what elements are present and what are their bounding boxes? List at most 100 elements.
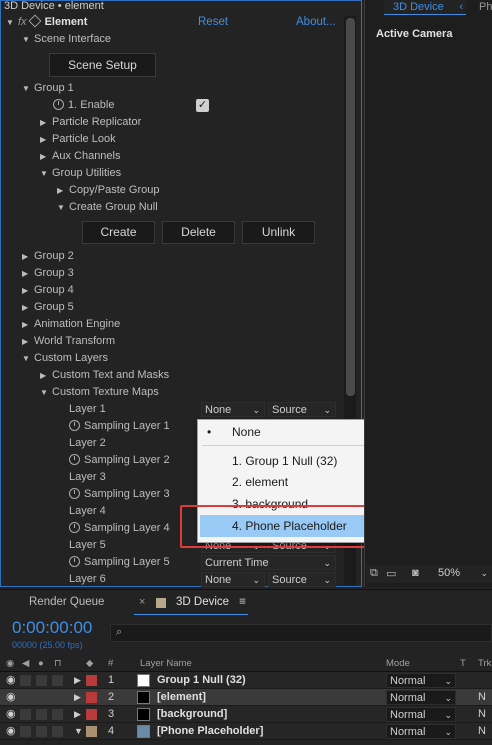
- collapsed-triangle-icon[interactable]: ▶: [22, 248, 34, 265]
- visibility-eye-icon[interactable]: ◉: [6, 706, 16, 723]
- layer6-source-select[interactable]: Source ⌄: [268, 572, 336, 587]
- scene-setup-button[interactable]: Scene Setup: [49, 53, 156, 77]
- audio-toggle[interactable]: [20, 675, 31, 686]
- layer1-source-select[interactable]: Source ⌄: [268, 402, 336, 417]
- solo-toggle[interactable]: [36, 692, 47, 703]
- visibility-eye-icon[interactable]: ◉: [6, 723, 16, 740]
- tree-group3[interactable]: ▶ Group 3: [22, 265, 74, 282]
- stopwatch-icon[interactable]: [69, 488, 80, 499]
- second-tab[interactable]: Ph: [479, 0, 492, 14]
- label-color-swatch[interactable]: [86, 675, 97, 686]
- timecode[interactable]: 0:00:00:00: [12, 618, 92, 638]
- expand-triangle-icon[interactable]: ▶: [74, 672, 81, 689]
- layer-name[interactable]: [background]: [157, 706, 227, 723]
- expand-triangle-icon[interactable]: ▼: [40, 165, 52, 182]
- create-button[interactable]: Create: [82, 221, 155, 244]
- collapsed-triangle-icon[interactable]: ▶: [22, 333, 34, 350]
- label-icon[interactable]: ◆: [86, 655, 93, 672]
- tree-aux-channels[interactable]: ▶ Aux Channels: [40, 148, 121, 165]
- collapsed-triangle-icon[interactable]: ▶: [57, 182, 69, 199]
- tree-particle-replicator[interactable]: ▶ Particle Replicator: [40, 114, 141, 131]
- audio-toggle[interactable]: [20, 692, 31, 703]
- about-link[interactable]: About...: [296, 14, 336, 31]
- menu-icon[interactable]: ≡: [239, 596, 246, 608]
- tab-render-queue[interactable]: Render Queue: [29, 596, 104, 608]
- tree-world-transform[interactable]: ▶ World Transform: [22, 333, 115, 350]
- stopwatch-icon[interactable]: [69, 522, 80, 533]
- expand-triangle-icon[interactable]: ▼: [6, 14, 18, 31]
- layer-row[interactable]: ◉ ▶ 3 [background] Normal ⌄ N: [0, 706, 492, 723]
- solo-toggle[interactable]: [36, 675, 47, 686]
- stopwatch-icon[interactable]: [53, 99, 64, 110]
- monitor-icon[interactable]: ▭: [386, 567, 396, 580]
- tree-copy-paste-group[interactable]: ▶ Copy/Paste Group: [57, 182, 160, 199]
- solo-icon[interactable]: ●: [38, 655, 44, 672]
- tree-group2[interactable]: ▶ Group 2: [22, 248, 74, 265]
- col-layer-name[interactable]: Layer Name: [140, 655, 192, 672]
- mode-select[interactable]: Normal ⌄: [386, 707, 456, 722]
- mode-select[interactable]: Normal ⌄: [386, 690, 456, 705]
- tree-group4[interactable]: ▶ Group 4: [22, 282, 74, 299]
- mask-icon[interactable]: ◙: [412, 567, 419, 579]
- audio-toggle[interactable]: [20, 726, 31, 737]
- tree-group5[interactable]: ▶ Group 5: [22, 299, 74, 316]
- close-tab-icon[interactable]: ×: [139, 596, 145, 608]
- enable-checkbox[interactable]: ✓: [196, 99, 209, 112]
- audio-icon[interactable]: ◀: [22, 655, 29, 672]
- collapsed-triangle-icon[interactable]: ▶: [22, 316, 34, 333]
- expand-triangle-icon[interactable]: ▼: [74, 723, 83, 740]
- collapsed-triangle-icon[interactable]: ▶: [22, 282, 34, 299]
- expand-triangle-icon[interactable]: ▶: [74, 706, 81, 723]
- tree-scene-interface[interactable]: ▼ Scene Interface: [22, 31, 111, 48]
- trkmat-value[interactable]: N: [478, 723, 486, 740]
- comp-viewer-tab[interactable]: 3D Device ‹: [384, 0, 466, 15]
- audio-toggle[interactable]: [20, 709, 31, 720]
- label-color-swatch[interactable]: [86, 709, 97, 720]
- visibility-eye-icon[interactable]: ◉: [6, 672, 16, 689]
- tree-create-group-null[interactable]: ▼ Create Group Null: [57, 199, 158, 216]
- layer-name[interactable]: Group 1 Null (32): [157, 672, 246, 689]
- expand-triangle-icon[interactable]: ▼: [22, 31, 34, 48]
- snapshot-icon[interactable]: ⧉: [370, 567, 378, 580]
- tree-custom-layers[interactable]: ▼ Custom Layers: [22, 350, 108, 367]
- delete-button[interactable]: Delete: [162, 221, 235, 244]
- lock-toggle[interactable]: [52, 692, 63, 703]
- lock-toggle[interactable]: [52, 675, 63, 686]
- lock-icon[interactable]: ⊓: [54, 655, 61, 672]
- trkmat-value[interactable]: N: [478, 706, 486, 723]
- scrollbar-thumb[interactable]: [346, 18, 355, 396]
- layer1-select[interactable]: None ⌄: [201, 402, 265, 417]
- layer-search-input[interactable]: ⌕: [110, 624, 492, 642]
- tab-3d-device[interactable]: 3D Device ≡: [176, 596, 246, 608]
- zoom-select[interactable]: 50% ⌄: [432, 566, 490, 581]
- layer-row[interactable]: ◉ ▶ 1 Group 1 Null (32) Normal ⌄: [0, 672, 492, 689]
- solo-toggle[interactable]: [36, 709, 47, 720]
- stopwatch-icon[interactable]: [69, 420, 80, 431]
- collapsed-triangle-icon[interactable]: ▶: [40, 148, 52, 165]
- collapsed-triangle-icon[interactable]: ▶: [40, 131, 52, 148]
- expand-triangle-icon[interactable]: ▼: [57, 199, 69, 216]
- collapsed-triangle-icon[interactable]: ▶: [40, 367, 52, 384]
- layer-name[interactable]: [Phone Placeholder]: [157, 723, 263, 740]
- label-color-swatch[interactable]: [86, 726, 97, 737]
- tree-custom-texture-maps[interactable]: ▼ Custom Texture Maps: [40, 384, 159, 401]
- tree-group-utilities[interactable]: ▼ Group Utilities: [40, 165, 121, 182]
- collapsed-triangle-icon[interactable]: ▶: [40, 114, 52, 131]
- label-color-swatch[interactable]: [86, 692, 97, 703]
- tree-custom-text-masks[interactable]: ▶ Custom Text and Masks: [40, 367, 169, 384]
- tree-animation-engine[interactable]: ▶ Animation Engine: [22, 316, 120, 333]
- expand-triangle-icon[interactable]: ▶: [74, 689, 81, 706]
- layer6-select[interactable]: None ⌄: [201, 572, 265, 587]
- lock-toggle[interactable]: [52, 726, 63, 737]
- reset-link[interactable]: Reset: [198, 14, 228, 31]
- layer-row[interactable]: ◉ ▼ 4 [Phone Placeholder] Normal ⌄ N: [0, 723, 492, 740]
- expand-triangle-icon[interactable]: ▼: [22, 80, 34, 97]
- tree-particle-look[interactable]: ▶ Particle Look: [40, 131, 116, 148]
- collapsed-triangle-icon[interactable]: ▶: [22, 299, 34, 316]
- tree-group1[interactable]: ▼ Group 1: [22, 80, 74, 97]
- mode-select[interactable]: Normal ⌄: [386, 724, 456, 739]
- lock-toggle[interactable]: [52, 709, 63, 720]
- layer-name[interactable]: [element]: [157, 689, 206, 706]
- col-mode[interactable]: Mode: [386, 655, 410, 672]
- layer-row[interactable]: ◉ ▶ 2 [element] Normal ⌄ N: [0, 689, 492, 706]
